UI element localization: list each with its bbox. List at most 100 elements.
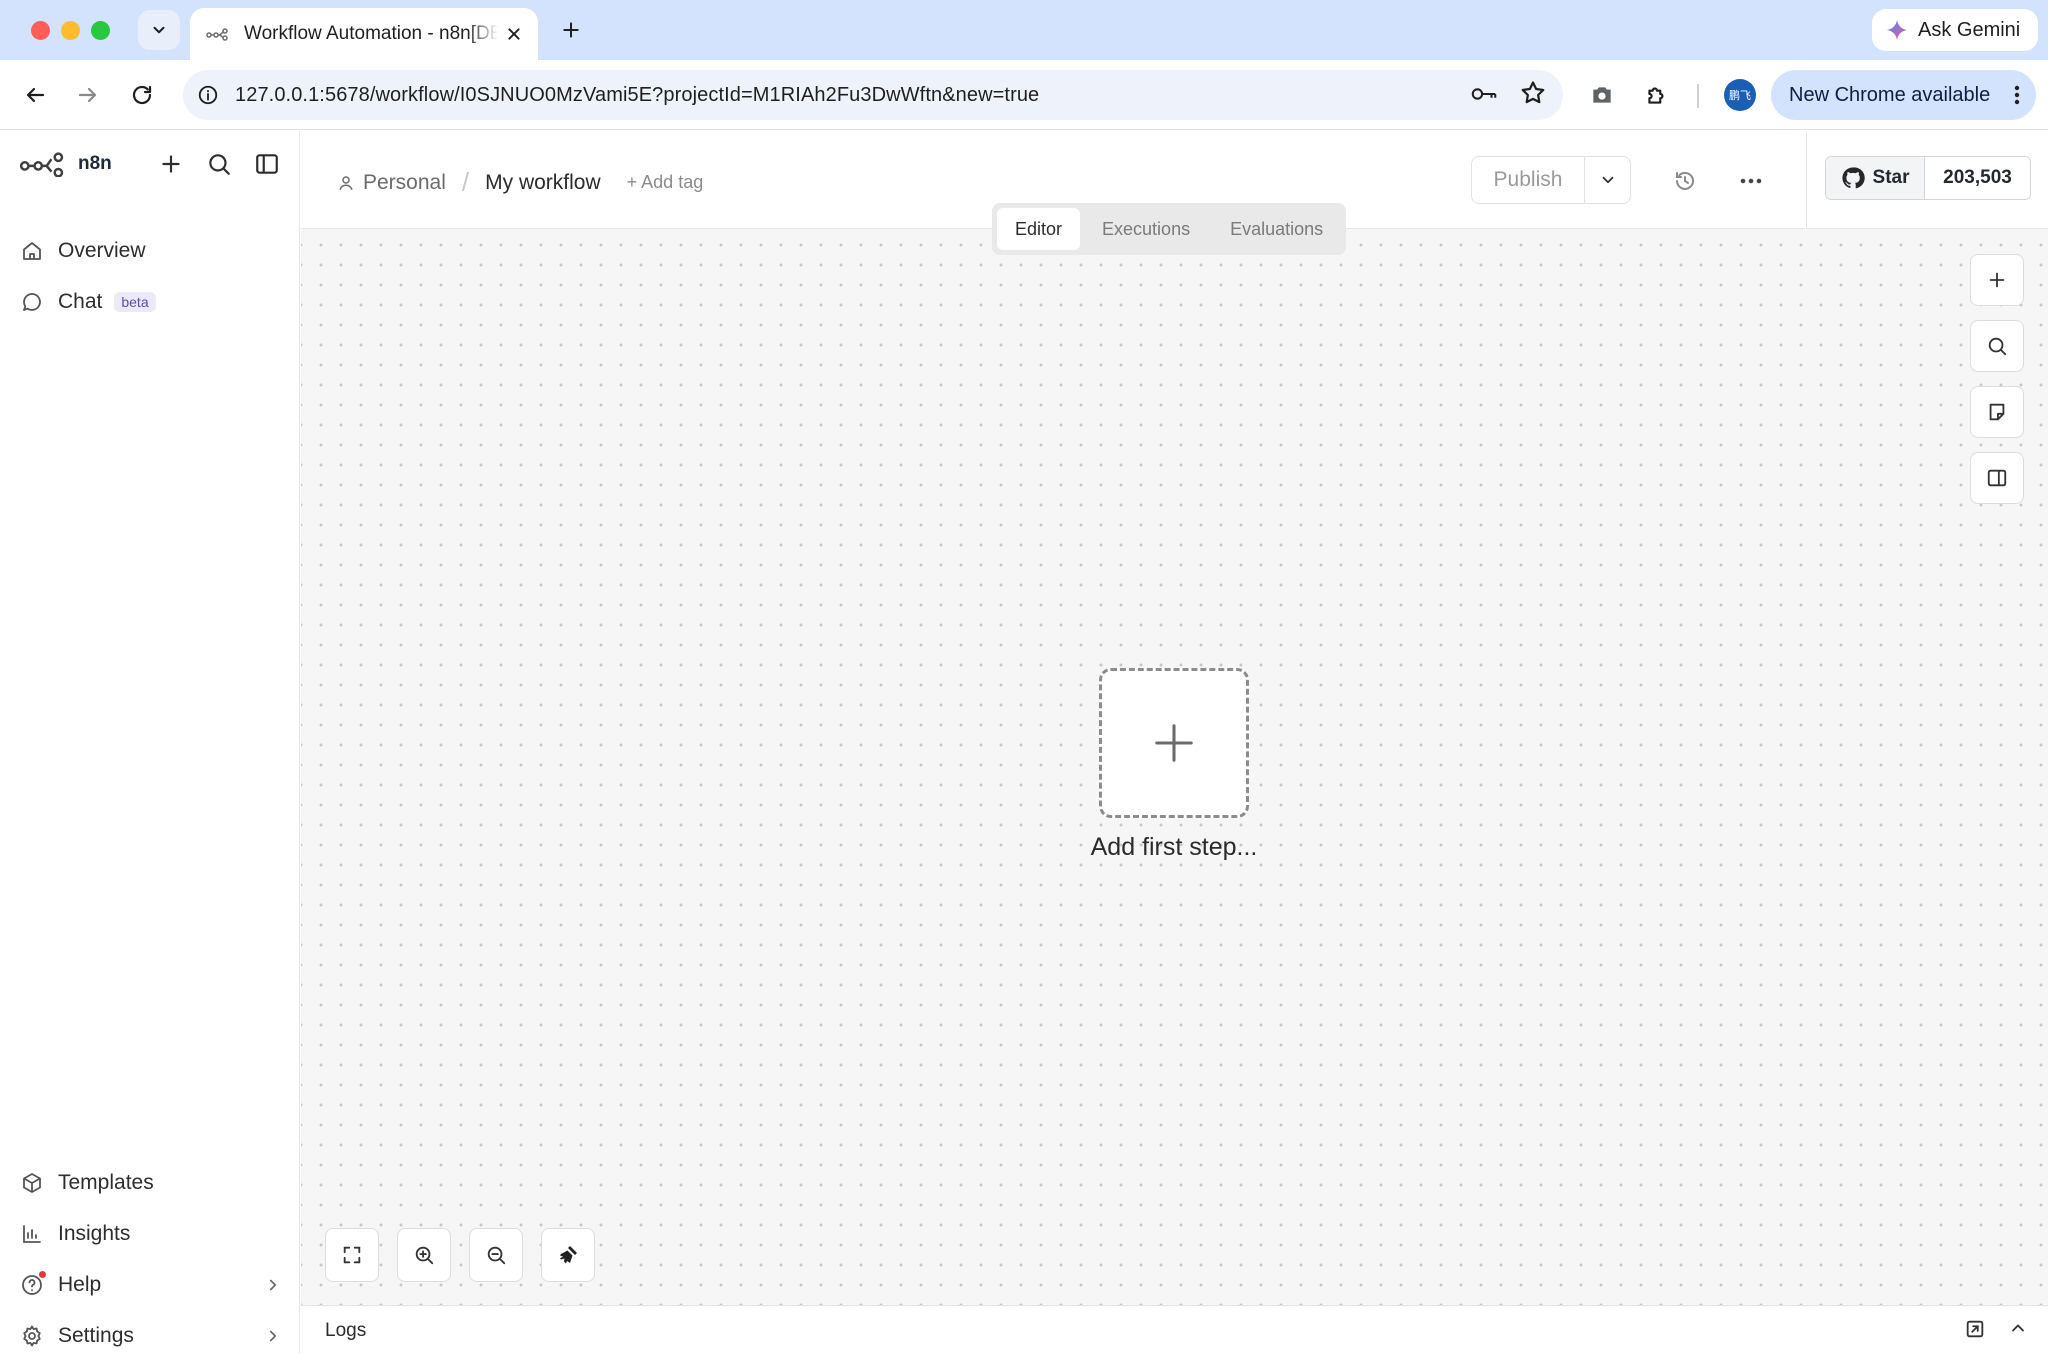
forward-button[interactable] (71, 78, 105, 112)
canvas-right-toolbar (1970, 254, 2024, 504)
camera-icon (1593, 87, 1611, 103)
window-minimize-button[interactable] (61, 21, 80, 40)
password-key-icon[interactable] (1469, 79, 1499, 109)
workflow-canvas[interactable]: Add first step... (301, 229, 2048, 1305)
screenshot-camera-button[interactable] (1585, 78, 1619, 112)
github-star-button[interactable]: Star 203,503 (1825, 156, 2031, 200)
publish-button[interactable]: Publish (1472, 157, 1584, 203)
tab-title: Workflow Automation - n8n[DEV] (244, 23, 498, 44)
zoom-out-icon (487, 1246, 506, 1265)
update-label: New Chrome available (1789, 83, 1991, 106)
breadcrumb-separator: / (461, 167, 470, 197)
pop-out-icon[interactable] (1964, 1318, 1986, 1340)
brand-name: n8n (78, 153, 112, 174)
sidebar-item-settings[interactable]: Settings (20, 1318, 282, 1354)
collapse-sidebar-icon[interactable] (254, 151, 280, 177)
n8n-logo-icon (20, 151, 66, 177)
logs-actions (1964, 1318, 2028, 1340)
github-star[interactable]: Star (1826, 157, 1924, 199)
back-button[interactable] (18, 78, 52, 112)
search-nodes-button[interactable] (1970, 320, 2024, 372)
help-circle-icon (20, 1271, 46, 1297)
bar-chart-icon (20, 1222, 44, 1246)
ellipsis-icon (1740, 178, 1762, 184)
panel-right-icon (1987, 469, 2007, 487)
n8n-favicon-icon (206, 27, 230, 41)
toggle-side-panel-button[interactable] (1970, 452, 2024, 504)
add-node-button[interactable] (1970, 254, 2024, 306)
kebab-menu-icon (2014, 85, 2020, 105)
sidebar-item-overview[interactable]: Overview (20, 233, 282, 269)
breadcrumb-project[interactable]: Personal (337, 171, 446, 195)
search-icon (1988, 337, 2007, 356)
sidebar-item-label: Chat (58, 290, 103, 313)
zoom-out-button[interactable] (469, 1228, 523, 1282)
add-first-step-label: Add first step... (1090, 833, 1258, 861)
site-info-icon[interactable] (197, 84, 219, 106)
window-close-button[interactable] (31, 21, 50, 40)
github-panel: Star 203,503 (1806, 131, 2048, 229)
window-maximize-button[interactable] (91, 21, 110, 40)
sidebar-item-label: Settings (58, 1324, 134, 1347)
toolbar-divider (1697, 84, 1699, 108)
add-first-step-button[interactable] (1099, 668, 1249, 818)
new-tab-button[interactable] (555, 14, 587, 46)
beta-badge: beta (114, 292, 156, 312)
chat-bubble-icon (20, 290, 44, 314)
sidebar-item-label: Help (58, 1273, 102, 1296)
sidebar-item-templates[interactable]: Templates (20, 1165, 282, 1201)
gear-icon (20, 1324, 44, 1348)
logs-label: Logs (325, 1320, 367, 1341)
publish-button-group: Publish (1471, 156, 1631, 204)
add-sticky-note-button[interactable] (1970, 386, 2024, 438)
zoom-in-icon (415, 1246, 434, 1265)
sidebar-item-insights[interactable]: Insights (20, 1216, 282, 1252)
zoom-in-button[interactable] (397, 1228, 451, 1282)
address-bar[interactable]: 127.0.0.1:5678/workflow/I0SJNUO0MzVami5E… (183, 70, 1563, 120)
tab-search-button[interactable] (138, 10, 180, 50)
tab-close-icon[interactable] (506, 26, 522, 42)
sidebar-item-help[interactable]: Help (20, 1267, 282, 1303)
browser-tabstrip: Workflow Automation - n8n[DEV] Ask Gemin… (0, 0, 2048, 60)
reload-button[interactable] (125, 78, 159, 112)
puzzle-icon (1648, 87, 1664, 104)
main-sidebar: n8n Overview Chat beta Templates Insight… (0, 131, 300, 1354)
brand[interactable]: n8n (20, 151, 112, 177)
url-text: 127.0.0.1:5678/workflow/I0SJNUO0MzVami5E… (235, 83, 1040, 106)
notification-dot (39, 1271, 46, 1278)
view-tabs: Editor Executions Evaluations (992, 203, 1347, 255)
ask-gemini-button[interactable]: Ask Gemini (1872, 9, 2038, 51)
logs-panel[interactable]: Logs (301, 1305, 2048, 1354)
sidebar-item-chat[interactable]: Chat beta (20, 284, 282, 320)
search-icon[interactable] (206, 151, 232, 177)
fit-view-button[interactable] (325, 1228, 379, 1282)
ask-gemini-label: Ask Gemini (1918, 18, 2021, 41)
workflow-name[interactable]: My workflow (485, 171, 601, 195)
fullscreen-icon (343, 1246, 361, 1264)
broom-icon (560, 1246, 577, 1264)
plus-icon (563, 22, 579, 38)
templates-icon (20, 1171, 44, 1195)
github-star-count[interactable]: 203,503 (1924, 157, 2030, 199)
plus-icon (1989, 272, 2005, 288)
create-plus-icon[interactable] (158, 151, 184, 177)
chevron-right-icon (264, 1276, 282, 1294)
browser-tab-active[interactable]: Workflow Automation - n8n[DEV] (190, 8, 538, 60)
chevron-up-icon[interactable] (2008, 1318, 2028, 1340)
profile-avatar[interactable]: 鹏飞 (1724, 79, 1756, 111)
tidy-up-button[interactable] (541, 1228, 595, 1282)
publish-dropdown-button[interactable] (1584, 157, 1630, 203)
bookmark-star-icon[interactable] (1519, 79, 1547, 109)
chevron-right-icon (264, 1327, 282, 1345)
home-icon (20, 239, 44, 263)
arrow-left-icon (26, 87, 45, 103)
more-options-button[interactable] (1735, 165, 1767, 197)
add-tag-button[interactable]: + Add tag (627, 172, 704, 193)
tab-evaluations[interactable]: Evaluations (1212, 208, 1341, 250)
new-chrome-available-button[interactable]: New Chrome available (1771, 70, 2036, 120)
tab-editor[interactable]: Editor (997, 208, 1081, 250)
version-history-button[interactable] (1669, 165, 1701, 197)
tab-executions[interactable]: Executions (1084, 208, 1208, 250)
chevron-down-icon (1602, 176, 1613, 184)
extensions-button[interactable] (1640, 78, 1674, 112)
